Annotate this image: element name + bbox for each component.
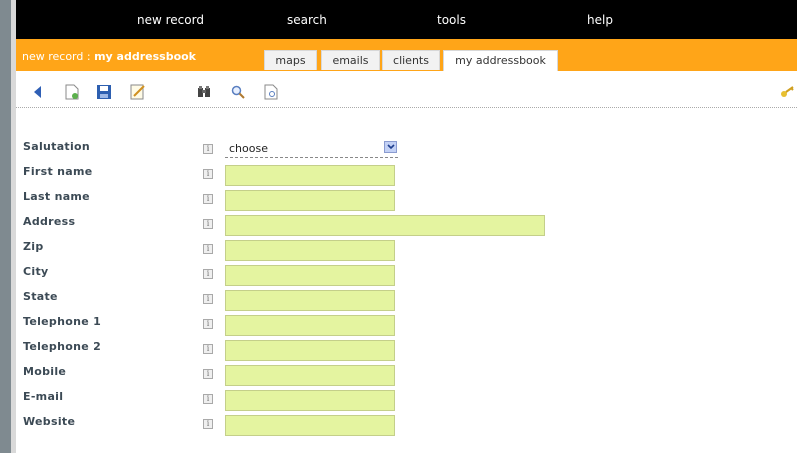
form-row-zip: Zip i [0, 240, 797, 262]
info-icon[interactable]: i [203, 319, 213, 329]
telephone-2-field[interactable] [225, 340, 395, 361]
info-icon[interactable]: i [203, 219, 213, 229]
city-field[interactable] [225, 265, 395, 286]
salutation-label: Salutation [23, 140, 91, 153]
breadcrumb: new record : my addressbook [22, 50, 196, 63]
state-field[interactable] [225, 290, 395, 311]
nav-search[interactable]: search [287, 13, 327, 27]
tab-clients[interactable]: clients [382, 50, 440, 70]
info-icon[interactable]: i [203, 169, 213, 179]
back-arrow-icon[interactable] [30, 84, 46, 100]
email-label: E-mail [23, 390, 64, 403]
nav-help[interactable]: help [587, 13, 613, 27]
form-row-city: City i [0, 265, 797, 287]
chevron-down-icon[interactable] [384, 141, 397, 153]
form-row-first-name: First name i [0, 165, 797, 187]
info-icon[interactable]: i [203, 144, 213, 154]
info-icon[interactable]: i [203, 194, 213, 204]
telephone-1-label: Telephone 1 [23, 315, 102, 328]
email-field[interactable] [225, 390, 395, 411]
form-row-website: Website i [0, 415, 797, 437]
address-field[interactable] [225, 215, 545, 236]
info-icon[interactable]: i [203, 344, 213, 354]
form-row-last-name: Last name i [0, 190, 797, 212]
telephone-1-field[interactable] [225, 315, 395, 336]
breadcrumb-prefix: new record : [22, 50, 91, 63]
salutation-selected-value: choose [229, 142, 268, 155]
city-label: City [23, 265, 49, 278]
state-label: State [23, 290, 58, 303]
address-label: Address [23, 215, 76, 228]
nav-new-record[interactable]: new record [137, 13, 204, 27]
preview-page-icon[interactable] [263, 84, 279, 100]
telephone-2-label: Telephone 2 [23, 340, 102, 353]
first-name-label: First name [23, 165, 93, 178]
breadcrumb-current: my addressbook [94, 50, 196, 63]
edit-icon[interactable] [130, 84, 146, 100]
save-disk-icon[interactable] [96, 84, 112, 100]
zip-field[interactable] [225, 240, 395, 261]
new-document-icon[interactable] [64, 84, 80, 100]
nav-tools[interactable]: tools [437, 13, 466, 27]
keys-icon[interactable] [779, 84, 795, 100]
info-icon[interactable]: i [203, 369, 213, 379]
form-row-email: E-mail i [0, 390, 797, 412]
website-field[interactable] [225, 415, 395, 436]
form-row-telephone-2: Telephone 2 i [0, 340, 797, 362]
form-row-state: State i [0, 290, 797, 312]
info-icon[interactable]: i [203, 394, 213, 404]
mobile-label: Mobile [23, 365, 67, 378]
last-name-field[interactable] [225, 190, 395, 211]
magnifier-icon[interactable] [230, 84, 246, 100]
info-icon[interactable]: i [203, 419, 213, 429]
form-row-salutation: Salutation i choose [0, 140, 797, 162]
binoculars-icon[interactable] [196, 84, 212, 100]
info-icon[interactable]: i [203, 244, 213, 254]
website-label: Website [23, 415, 76, 428]
first-name-field[interactable] [225, 165, 395, 186]
info-icon[interactable]: i [203, 269, 213, 279]
top-nav-bar: new record search tools help [16, 0, 797, 39]
section-header-bar: new record : my addressbook maps emails … [16, 39, 797, 71]
info-icon[interactable]: i [203, 294, 213, 304]
form-row-address: Address i [0, 215, 797, 237]
tab-maps[interactable]: maps [264, 50, 317, 70]
zip-label: Zip [23, 240, 44, 253]
tab-emails[interactable]: emails [321, 50, 380, 70]
mobile-field[interactable] [225, 365, 395, 386]
form-row-telephone-1: Telephone 1 i [0, 315, 797, 337]
salutation-select[interactable]: choose [225, 140, 398, 158]
toolbar [16, 71, 797, 108]
last-name-label: Last name [23, 190, 90, 203]
tab-my-addressbook[interactable]: my addressbook [443, 50, 558, 71]
form-row-mobile: Mobile i [0, 365, 797, 387]
